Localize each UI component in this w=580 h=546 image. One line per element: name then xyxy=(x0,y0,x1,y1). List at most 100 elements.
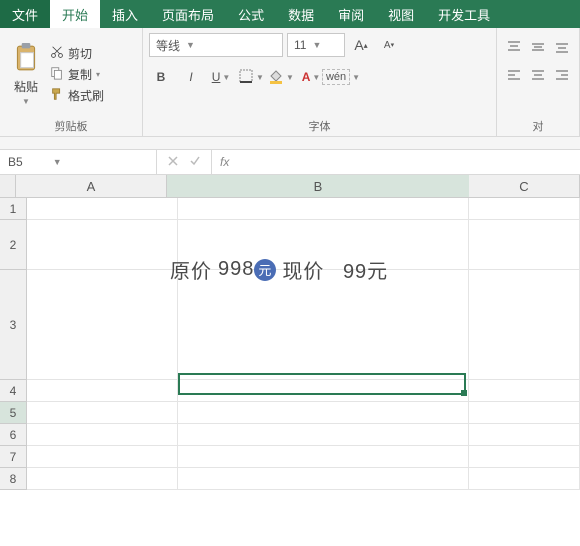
active-cell-outline xyxy=(178,373,466,395)
tab-view[interactable]: 视图 xyxy=(376,0,426,28)
name-box[interactable]: B5▼ xyxy=(0,150,157,174)
tab-layout[interactable]: 页面布局 xyxy=(150,0,226,28)
tab-formula[interactable]: 公式 xyxy=(226,0,276,28)
formula-bar[interactable] xyxy=(237,150,580,174)
align-left-icon xyxy=(506,67,522,83)
cut-button[interactable]: 剪切 xyxy=(50,45,104,62)
paste-label: 粘贴 xyxy=(14,78,38,95)
align-right-button[interactable] xyxy=(551,64,573,86)
copy-label: 复制 xyxy=(68,66,92,83)
tab-review[interactable]: 审阅 xyxy=(326,0,376,28)
italic-icon: I xyxy=(189,70,192,84)
underline-icon: U xyxy=(212,70,221,84)
increase-font-button[interactable]: A▴ xyxy=(349,34,373,56)
align-center-icon xyxy=(530,67,546,83)
cell[interactable] xyxy=(27,198,178,220)
cell[interactable] xyxy=(469,220,580,270)
chevron-down-icon: ▼ xyxy=(312,40,321,50)
original-price-value: 998 xyxy=(218,258,254,281)
paste-button[interactable]: 粘贴 ▼ xyxy=(6,32,46,116)
cell[interactable] xyxy=(27,468,178,490)
cell[interactable] xyxy=(27,446,178,468)
fx-label[interactable]: fx xyxy=(212,150,237,174)
font-group-label: 字体 xyxy=(149,116,490,134)
price-textbox[interactable]: 原价 998元 现价 99元 xyxy=(170,255,388,284)
font-color-button[interactable]: A▼ xyxy=(299,66,323,88)
chevron-down-icon: ▾ xyxy=(96,70,100,79)
cell[interactable] xyxy=(27,380,178,402)
font-size-select[interactable]: 11 ▼ xyxy=(287,33,345,57)
decrease-font-button[interactable]: A▾ xyxy=(377,34,401,56)
align-top-button[interactable] xyxy=(503,36,525,58)
cell[interactable] xyxy=(178,424,469,446)
select-all-corner[interactable] xyxy=(0,175,16,197)
align-bottom-button[interactable] xyxy=(551,36,573,58)
decrease-font-icon: A xyxy=(384,40,391,51)
phonetic-icon: wén xyxy=(322,69,350,85)
align-middle-button[interactable] xyxy=(527,36,549,58)
cell[interactable] xyxy=(178,270,469,380)
scissors-icon xyxy=(50,45,64,62)
col-header-b[interactable]: B xyxy=(167,175,469,197)
tab-insert[interactable]: 插入 xyxy=(100,0,150,28)
cell[interactable] xyxy=(27,270,178,380)
tab-file[interactable]: 文件 xyxy=(0,0,50,28)
chevron-down-icon: ▼ xyxy=(22,97,30,106)
bold-icon: B xyxy=(157,70,166,84)
col-header-c[interactable]: C xyxy=(469,175,580,197)
tab-dev[interactable]: 开发工具 xyxy=(426,0,502,28)
row-header[interactable]: 4 xyxy=(0,380,27,402)
col-header-a[interactable]: A xyxy=(16,175,167,197)
underline-button[interactable]: U▼ xyxy=(209,66,233,88)
row-header[interactable]: 3 xyxy=(0,270,27,380)
row-header[interactable]: 7 xyxy=(0,446,27,468)
cell[interactable] xyxy=(469,424,580,446)
cell[interactable] xyxy=(469,446,580,468)
row-header[interactable]: 5 xyxy=(0,402,27,424)
border-icon xyxy=(238,68,254,87)
font-size-value: 11 xyxy=(294,38,306,52)
clipboard-group-label: 剪贴板 xyxy=(6,116,136,134)
fill-color-button[interactable]: ▼ xyxy=(269,66,293,88)
cell[interactable] xyxy=(469,198,580,220)
align-center-button[interactable] xyxy=(527,64,549,86)
current-price-value: 99元 xyxy=(343,255,388,284)
align-left-button[interactable] xyxy=(503,64,525,86)
cell[interactable] xyxy=(27,424,178,446)
cell[interactable] xyxy=(469,380,580,402)
tab-data[interactable]: 数据 xyxy=(276,0,326,28)
copy-button[interactable]: 复制 ▾ xyxy=(50,66,104,83)
cell[interactable] xyxy=(178,446,469,468)
phonetic-button[interactable]: wén▼ xyxy=(329,66,353,88)
cell[interactable] xyxy=(178,198,469,220)
row-header[interactable]: 1 xyxy=(0,198,27,220)
align-right-icon xyxy=(554,67,570,83)
chevron-down-icon: ▼ xyxy=(256,73,264,82)
confirm-formula-button[interactable] xyxy=(189,155,201,170)
italic-button[interactable]: I xyxy=(179,66,203,88)
cell[interactable] xyxy=(27,402,178,424)
cell[interactable] xyxy=(469,402,580,424)
border-button[interactable]: ▼ xyxy=(239,66,263,88)
align-middle-icon xyxy=(530,39,546,55)
cell[interactable] xyxy=(178,402,469,424)
cell[interactable] xyxy=(27,220,178,270)
grid-rows: 1 2 3 4 5 6 7 8 xyxy=(0,198,580,490)
chevron-down-icon: ▼ xyxy=(312,73,320,82)
format-painter-label: 格式刷 xyxy=(68,87,104,104)
name-box-value: B5 xyxy=(8,155,23,169)
cancel-formula-button[interactable] xyxy=(167,155,179,170)
row-header[interactable]: 2 xyxy=(0,220,27,270)
cell[interactable] xyxy=(469,468,580,490)
bold-button[interactable]: B xyxy=(149,66,173,88)
font-name-select[interactable]: 等线▼ xyxy=(149,33,283,57)
row-header[interactable]: 6 xyxy=(0,424,27,446)
cell[interactable] xyxy=(178,468,469,490)
cell[interactable] xyxy=(469,270,580,380)
row-header[interactable]: 8 xyxy=(0,468,27,490)
tab-home[interactable]: 开始 xyxy=(50,0,100,28)
original-price-label: 原价 xyxy=(170,255,212,284)
current-price-label: 现价 xyxy=(282,255,324,284)
align-group-label: 对 xyxy=(503,116,573,134)
format-painter-button[interactable]: 格式刷 xyxy=(50,87,104,104)
